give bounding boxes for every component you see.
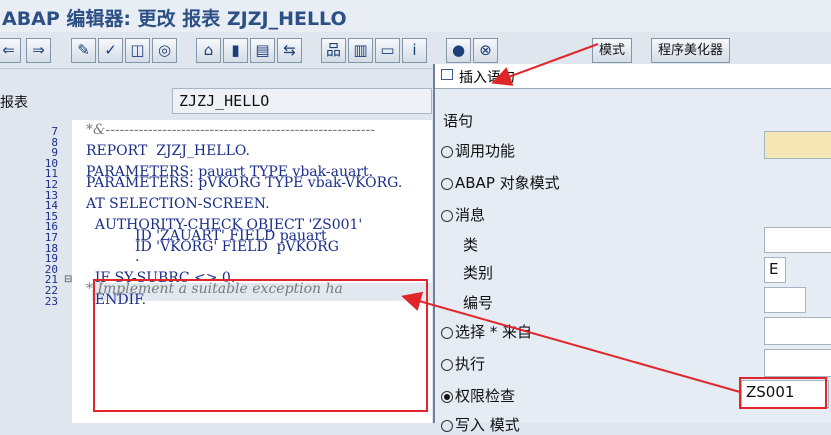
message-class-input[interactable] [764, 227, 831, 253]
display-object-list-icon[interactable]: ⇆ [277, 38, 302, 63]
statement-section-label: 语句 [443, 112, 474, 130]
radio-icon[interactable] [441, 209, 453, 222]
report-name-field[interactable]: ZJZJ_HELLO [172, 88, 432, 114]
check-icon[interactable]: ✓ [98, 38, 123, 63]
back-arrow-icon[interactable]: ⇐ [0, 38, 21, 63]
message-number-input[interactable] [764, 287, 806, 313]
report-label: 报表 [0, 95, 28, 111]
insert-statement-dialog: 插入语句 语句 调用功能 ABAP 对象模式 消息 类 类别 E 编号 选择 *… [433, 64, 831, 434]
dialog-title-bar: 插入语句 [435, 64, 831, 89]
code-line[interactable]: AT SELECTION-SCREEN. [86, 196, 270, 212]
enhance-icon[interactable]: 品 [321, 38, 346, 63]
pattern-icon[interactable]: ▥ [348, 38, 373, 63]
code-line[interactable]: PARAMETERS: pVKORG TYPE vbak-VKORG. [86, 175, 402, 191]
highlight-box-auth-object [739, 377, 827, 409]
dialog-title: 插入语句 [459, 70, 515, 86]
option-authority-check[interactable]: 权限检查 [441, 385, 515, 406]
forward-arrow-icon[interactable]: ⇒ [26, 38, 51, 63]
message-type-label: 类别 [463, 264, 494, 282]
option-write-pattern[interactable]: 写入 模式 [441, 414, 520, 435]
select-table-input[interactable] [764, 317, 831, 345]
perform-input[interactable] [764, 349, 831, 377]
line-number-gutter: 7 8 9 10 11 12 13 14 15 16 17 18 19 20 21 22 23 ⊟ [0, 120, 72, 423]
dialog-icon [441, 69, 453, 80]
line-number: 23 [44, 294, 58, 308]
window-title: ABAP 编辑器: 更改 报表 ZJZJ_HELLO [2, 8, 347, 30]
session-breakpoint-icon[interactable]: ⊗ [473, 38, 498, 63]
test-icon[interactable]: ◎ [152, 38, 177, 63]
activate-icon[interactable]: ◫ [125, 38, 150, 63]
help-icon[interactable]: i [402, 38, 427, 63]
where-used-icon[interactable]: ⌂ [196, 38, 221, 63]
code-line[interactable]: . [86, 249, 139, 265]
radio-icon[interactable] [441, 358, 453, 371]
radio-icon[interactable] [441, 145, 453, 158]
radio-icon[interactable] [441, 177, 453, 190]
message-number-label: 编号 [463, 294, 494, 312]
pattern-button[interactable]: 模式 [592, 38, 633, 63]
code-line[interactable]: REPORT ZJZJ_HELLO. [86, 143, 250, 159]
layout-icon[interactable]: ▭ [375, 38, 400, 63]
editor-header: 报表 ZJZJ_HELLO [0, 86, 432, 118]
option-perform[interactable]: 执行 [441, 353, 485, 374]
radio-icon[interactable] [441, 326, 453, 339]
navigation-window-icon[interactable]: ▤ [250, 38, 275, 63]
option-message[interactable]: 消息 [441, 204, 485, 225]
radio-icon[interactable] [441, 419, 453, 432]
object-list-icon[interactable]: ▮ [223, 38, 248, 63]
message-type-input[interactable]: E [764, 257, 786, 283]
option-select-from[interactable]: 选择 * 来自 [441, 321, 532, 342]
breakpoint-icon[interactable]: ● [446, 38, 471, 63]
message-class-label: 类 [463, 236, 479, 254]
window-title-bar: ABAP 编辑器: 更改 报表 ZJZJ_HELLO [0, 0, 831, 32]
pretty-printer-button[interactable]: 程序美化器 [651, 38, 731, 63]
code-line[interactable]: *&--------------------------------------… [86, 122, 375, 138]
call-function-input[interactable] [764, 131, 831, 159]
option-abap-object-pattern[interactable]: ABAP 对象模式 [441, 172, 560, 193]
option-call-function[interactable]: 调用功能 [441, 140, 515, 161]
other-object-icon[interactable]: ✎ [71, 38, 96, 63]
radio-selected-icon[interactable] [441, 390, 453, 403]
highlight-box-auth-check [93, 279, 428, 412]
